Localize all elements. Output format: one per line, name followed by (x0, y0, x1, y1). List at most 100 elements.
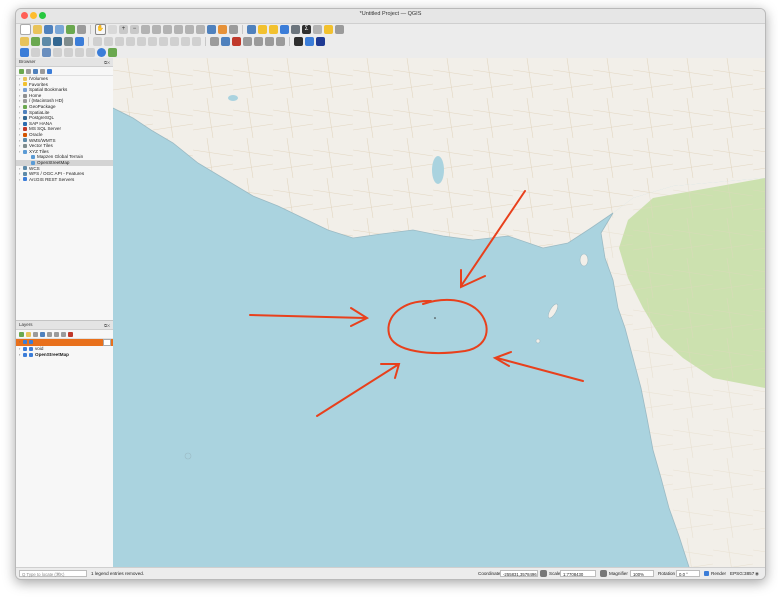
layer-visibility-checkbox[interactable] (23, 340, 27, 345)
label-change-icon[interactable] (276, 36, 285, 46)
select-features-icon[interactable] (258, 24, 267, 34)
print-layout-icon[interactable] (66, 24, 75, 34)
label-show-hide-icon[interactable] (243, 36, 252, 46)
crs-button[interactable]: EPSG:3857 (730, 571, 754, 576)
new-map-view-icon[interactable] (207, 24, 216, 34)
coordinate-field[interactable]: -255831,3578496 (500, 570, 538, 577)
layer-visibility-checkbox[interactable] (23, 346, 27, 351)
refresh-browser-icon[interactable] (26, 68, 31, 74)
magnifier-field[interactable]: 100% (630, 570, 654, 577)
refresh-icon[interactable] (229, 24, 238, 34)
redo-icon[interactable] (192, 36, 201, 46)
pan-icon[interactable]: ✋ (95, 23, 106, 35)
add-postgis-icon[interactable] (53, 36, 62, 46)
copy-features-icon[interactable] (159, 36, 168, 46)
map-tips-icon[interactable] (324, 24, 333, 34)
advanced-digitize-icon[interactable] (31, 47, 40, 57)
remove-layer-icon[interactable] (68, 331, 73, 337)
zoom-to-layer-icon[interactable] (163, 24, 172, 34)
messages-icon[interactable]: ◉ (755, 571, 759, 577)
save-project-icon[interactable] (44, 24, 53, 34)
data-source-manager-icon[interactable] (20, 36, 29, 46)
zoom-in-icon[interactable]: + (119, 24, 128, 34)
layer-name-edit-field[interactable] (103, 338, 111, 346)
processing-toolbox-icon[interactable] (316, 36, 325, 46)
render-checkbox[interactable] (704, 571, 709, 576)
rotation-field[interactable]: 0.0 ° (676, 570, 700, 577)
open-project-icon[interactable] (33, 24, 42, 34)
tile-layer-icon (31, 160, 35, 165)
save-edits-icon[interactable] (104, 36, 113, 46)
simplify-icon[interactable] (53, 47, 62, 57)
zoom-native-icon[interactable] (174, 24, 183, 34)
layout-manager-icon[interactable] (77, 24, 86, 34)
magnifier-label: Magnifier (609, 571, 628, 576)
add-vector-layer-icon[interactable] (31, 36, 40, 46)
expand-all-icon[interactable] (54, 331, 59, 337)
measure-icon[interactable] (313, 24, 322, 34)
add-ring-icon[interactable] (64, 47, 73, 57)
locator-search-input[interactable]: Q Type to locate (⌘K) (19, 570, 87, 577)
toggle-extents-icon[interactable] (540, 570, 547, 577)
help-icon[interactable] (97, 47, 106, 57)
save-as-icon[interactable] (55, 24, 64, 34)
undo-icon[interactable] (181, 36, 190, 46)
browser-item-label: ArcGIS REST Servers (29, 176, 75, 182)
zoom-out-icon[interactable]: − (130, 24, 139, 34)
filter-legend-icon[interactable] (40, 331, 45, 337)
add-layers-icon[interactable] (19, 68, 24, 74)
statistics-icon[interactable] (291, 24, 300, 34)
scale-combobox[interactable]: 1:7708430 (560, 570, 596, 577)
attribute-table-icon[interactable] (280, 24, 289, 34)
zoom-last-icon[interactable] (185, 24, 194, 34)
layer-visibility-checkbox[interactable] (23, 353, 27, 358)
label-move-icon[interactable] (254, 36, 263, 46)
label-pin-icon[interactable] (221, 36, 230, 46)
panel-float-close-icon[interactable]: ⧉✕ (104, 322, 110, 330)
filter-browser-icon[interactable] (33, 68, 38, 74)
add-part-icon[interactable] (75, 47, 84, 57)
new-project-icon[interactable] (20, 23, 31, 35)
toggle-editing-icon[interactable] (93, 36, 102, 46)
add-wms-icon[interactable] (64, 36, 73, 46)
fill-ring-icon[interactable] (86, 47, 95, 57)
text-annotation-icon[interactable] (335, 24, 344, 34)
zoom-full-icon[interactable] (141, 24, 150, 34)
cut-features-icon[interactable] (148, 36, 157, 46)
label-highlight-icon[interactable] (232, 36, 241, 46)
pan-to-selection-icon[interactable] (108, 24, 117, 34)
georeferencer-icon[interactable] (108, 47, 117, 57)
deselect-icon[interactable] (269, 24, 278, 34)
plugin-icon[interactable] (305, 36, 314, 46)
lock-scale-icon[interactable] (600, 570, 607, 577)
add-feature-icon[interactable] (115, 36, 124, 46)
identify-icon[interactable] (247, 24, 256, 34)
vertex-tool-icon[interactable] (126, 36, 135, 46)
manage-visibility-icon[interactable] (33, 331, 38, 337)
digitize-icon[interactable] (20, 47, 29, 57)
add-csv-icon[interactable] (75, 36, 84, 46)
zoom-to-selection-icon[interactable] (152, 24, 161, 34)
delete-selected-icon[interactable] (137, 36, 146, 46)
add-raster-layer-icon[interactable] (42, 36, 51, 46)
layer-item[interactable]: › OpenStreetMap (16, 352, 113, 359)
open-layer-styling-icon[interactable] (19, 331, 24, 337)
wms-icon (23, 138, 27, 143)
temporal-controller-icon[interactable] (218, 24, 227, 34)
python-console-icon[interactable] (294, 36, 303, 46)
filter-expression-icon[interactable] (47, 331, 52, 337)
label-tool-icon[interactable] (210, 36, 219, 46)
label-rotate-icon[interactable] (265, 36, 274, 46)
field-calculator-icon[interactable]: Σ (302, 24, 311, 34)
zoom-next-icon[interactable] (196, 24, 205, 34)
add-group-icon[interactable] (26, 331, 31, 337)
paste-features-icon[interactable] (170, 36, 179, 46)
panel-float-close-icon[interactable]: ⧉✕ (104, 59, 110, 67)
collapse-all-layers-icon[interactable] (61, 331, 66, 337)
browser-item[interactable]: › ArcGIS REST Servers (16, 177, 113, 183)
collapse-all-icon[interactable] (40, 68, 45, 74)
layer-name: OpenStreetMap (35, 352, 69, 358)
map-canvas[interactable] (113, 58, 765, 567)
properties-icon[interactable] (47, 68, 52, 74)
rotate-feature-icon[interactable] (42, 47, 51, 57)
